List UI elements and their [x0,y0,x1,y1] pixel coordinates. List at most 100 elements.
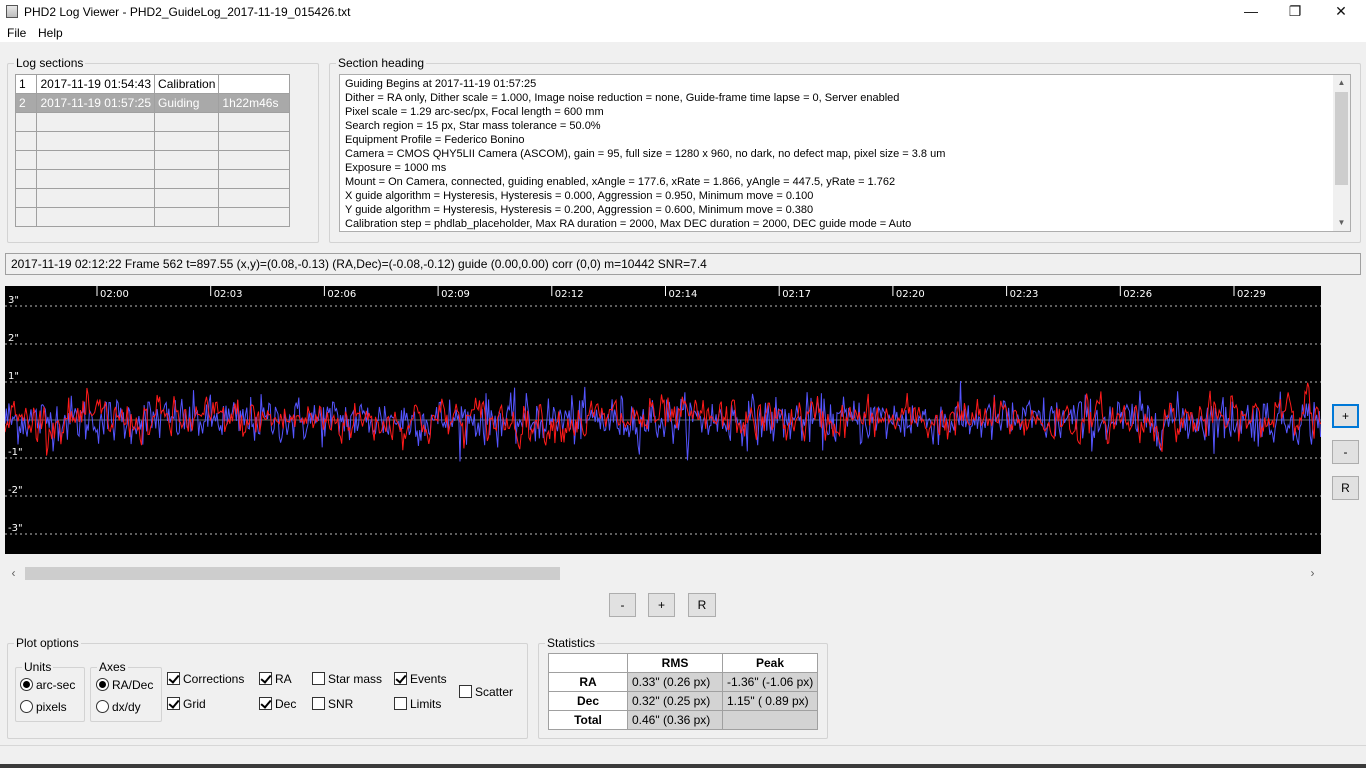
log-section-empty-cell [36,169,156,189]
ra-checkbox[interactable]: RA [259,672,292,686]
log-section-empty-cell [154,207,220,227]
heading-line: X guide algorithm = Hysteresis, Hysteres… [345,190,814,202]
stats-corner-cell [548,653,628,673]
log-section-empty-cell [218,112,290,132]
x-tick-label: 02:20 [896,289,925,300]
grid-checkbox[interactable]: Grid [167,697,206,711]
log-section-empty-cell [218,188,290,208]
stats-total-rms: 0.46" (0.36 px) [627,710,723,730]
scroll-up-icon[interactable]: ▲ [1333,75,1350,91]
x-zoom-reset-button[interactable]: R [688,593,716,617]
minimize-button[interactable]: — [1228,0,1274,24]
checkbox-checked-icon[interactable] [167,697,180,710]
y-zoom-in-button[interactable]: + [1332,404,1359,428]
menu-help[interactable]: Help [38,26,63,40]
guide-plot[interactable]: 02:00 02:03 02:06 02:09 02:12 02:14 02:17 02:20… [5,286,1321,554]
log-section-empty-cell [14,188,38,208]
heading-scrollbar[interactable]: ▲ ▼ [1333,75,1350,231]
scroll-right-icon[interactable]: › [1304,565,1321,582]
close-button[interactable]: ✕ [1318,0,1364,24]
x-tick-label: 02:00 [100,289,129,300]
guide-plot-svg[interactable]: 02:00 02:03 02:06 02:09 02:12 02:14 02:17 02:20… [5,286,1321,554]
heading-scroll-thumb[interactable] [1335,92,1348,185]
scatter-checkbox[interactable]: Scatter [459,685,513,699]
log-section-empty-cell [154,131,220,151]
log-section-empty-cell [218,150,290,170]
log-section-empty-cell [154,150,220,170]
axes-radec-radio[interactable]: RA/Dec [96,678,153,692]
radio-selected-icon[interactable] [20,678,33,691]
events-checkbox[interactable]: Events [394,672,447,686]
log-section-empty-cell [36,188,156,208]
menu-bar: File Help [0,24,1366,42]
heading-line: Pixel scale = 1.29 arc-sec/px, Focal len… [345,106,604,118]
stats-row-label: Dec [548,691,628,711]
radio-empty-icon[interactable] [96,700,109,713]
log-section-row[interactable]: 2 2017-11-19 01:57:25 Guiding 1h22m46s [14,93,290,113]
y-tick-label: 2" [8,333,19,344]
series-line-0 [5,380,1321,462]
plot-scroll-thumb[interactable] [25,567,560,580]
stats-dec-rms: 0.32" (0.25 px) [627,691,723,711]
radio-selected-icon[interactable] [96,678,109,691]
snr-checkbox[interactable]: SNR [312,697,353,711]
x-tick-label: 02:23 [1010,289,1039,300]
menu-file[interactable]: File [7,26,26,40]
radio-empty-icon[interactable] [20,700,33,713]
frame-info-line: 2017-11-19 02:12:22 Frame 562 t=897.55 (… [5,253,1361,275]
log-section-empty-cell [14,169,38,189]
log-section-cell: 1 [14,74,38,94]
taskbar-edge [0,764,1366,768]
section-heading-text[interactable]: Guiding Begins at 2017-11-19 01:57:25 Dit… [339,74,1351,232]
checkbox-checked-icon[interactable] [259,697,272,710]
checkbox-unchecked-icon[interactable] [312,697,325,710]
x-zoom-out-button[interactable]: - [609,593,636,617]
y-tick-label: 3" [8,295,19,306]
axes-label: Axes [97,659,128,675]
maximize-button[interactable]: ❐ [1272,0,1318,24]
stats-ra-rms: 0.33" (0.26 px) [627,672,723,692]
scroll-down-icon[interactable]: ▼ [1333,215,1350,231]
checkbox-unchecked-icon[interactable] [459,685,472,698]
log-section-empty-cell [154,188,220,208]
log-section-empty-cell [14,150,38,170]
checkbox-checked-icon[interactable] [167,672,180,685]
dec-checkbox[interactable]: Dec [259,697,296,711]
log-section-row[interactable]: 1 2017-11-19 01:54:43 Calibration [14,74,290,94]
plot-scrollbar[interactable]: ‹ › [5,565,1321,582]
x-tick-label: 02:12 [555,289,584,300]
log-section-empty-row [14,150,290,170]
scroll-left-icon[interactable]: ‹ [5,565,22,582]
heading-line: Calibration step = phdlab_placeholder, M… [345,218,912,230]
stats-rms-header: RMS [627,653,723,673]
y-zoom-reset-button[interactable]: R [1332,476,1359,500]
x-zoom-in-button[interactable]: + [648,593,675,617]
checkbox-checked-icon[interactable] [259,672,272,685]
units-arcsec-radio[interactable]: arc-sec [20,678,75,692]
section-heading-label: Section heading [336,55,427,71]
log-section-cell: Calibration [154,74,220,94]
axes-dxdy-radio[interactable]: dx/dy [96,700,141,714]
units-pixels-radio[interactable]: pixels [20,700,67,714]
y-zoom-out-button[interactable]: - [1332,440,1359,464]
log-section-empty-cell [218,131,290,151]
x-tick-label: 02:09 [441,289,470,300]
window-title: PHD2 Log Viewer - PHD2_GuideLog_2017-11-… [24,5,351,19]
checkbox-unchecked-icon[interactable] [312,672,325,685]
limits-checkbox[interactable]: Limits [394,697,441,711]
heading-line: Guiding Begins at 2017-11-19 01:57:25 [345,78,537,90]
y-tick-label: 1" [8,371,19,382]
star-mass-checkbox[interactable]: Star mass [312,672,382,686]
checkbox-unchecked-icon[interactable] [394,697,407,710]
log-section-empty-row [14,169,290,189]
log-section-empty-cell [36,207,156,227]
log-section-empty-cell [14,207,38,227]
checkbox-checked-icon[interactable] [394,672,407,685]
statistics-table: RMS Peak RA 0.33" (0.26 px) -1.36" (-1.0… [548,653,818,730]
x-tick-label: 02:26 [1123,289,1152,300]
units-label: Units [22,659,54,675]
log-sections-table[interactable]: 1 2017-11-19 01:54:43 Calibration 2 2017-11-… [14,74,290,227]
log-section-cell [218,74,290,94]
corrections-checkbox[interactable]: Corrections [167,672,244,686]
y-tick-label: -1" [8,447,23,458]
